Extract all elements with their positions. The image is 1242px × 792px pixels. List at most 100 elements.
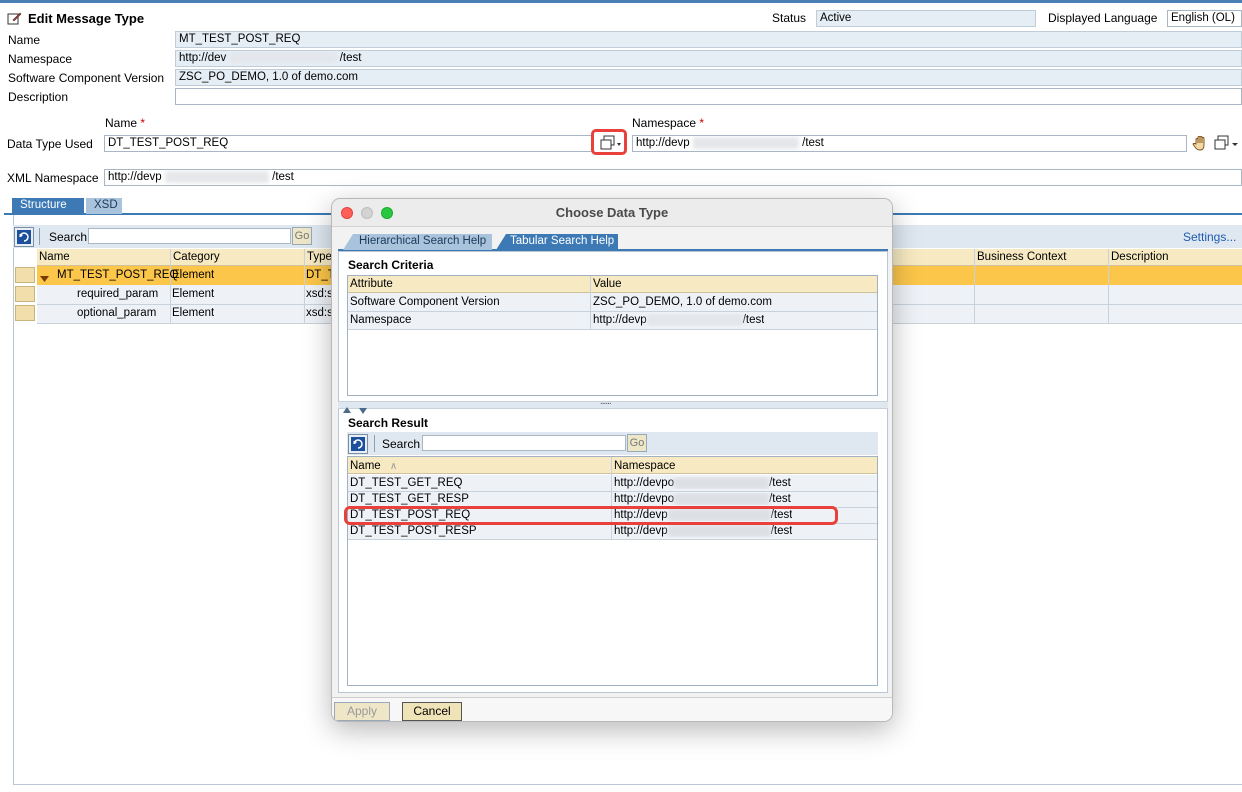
- collapse-down-icon[interactable]: [359, 403, 367, 414]
- language-select[interactable]: English (OL): [1167, 10, 1242, 27]
- criteria-value: ZSC_PO_DEMO, 1.0 of demo.com: [593, 296, 772, 308]
- dt-namespace-prefix: http://devp: [636, 137, 690, 150]
- namespace-prefix: http://dev: [179, 52, 227, 64]
- collapse-up-icon[interactable]: [343, 402, 351, 413]
- language-value: English (OL): [1171, 12, 1235, 24]
- result-ns-suffix: /test: [770, 525, 793, 538]
- dt-used-field[interactable]: DT_TEST_POST_REQ: [104, 135, 592, 152]
- row-category: Element: [172, 307, 215, 319]
- col-divider: [170, 249, 171, 323]
- namespace-field: http://dev /test: [175, 50, 1242, 67]
- required-mark: *: [699, 116, 705, 130]
- result-ns-redacted: [674, 493, 770, 505]
- row-type: xsd:s: [306, 288, 332, 300]
- toolbar-separator: [39, 228, 40, 245]
- criteria-ns-suffix: /test: [742, 314, 765, 327]
- dialog-title: Choose Data Type: [555, 205, 669, 220]
- xml-ns-field[interactable]: http://devp /test: [104, 169, 1242, 186]
- status-label: Status: [772, 11, 807, 25]
- row-category: Element: [172, 269, 215, 281]
- dt-namespace-suffix: /test: [802, 137, 824, 150]
- criteria-col-value: Value: [593, 278, 622, 290]
- result-search-input[interactable]: [422, 435, 626, 451]
- cancel-button[interactable]: Cancel: [402, 702, 462, 721]
- col-header-type[interactable]: Type: [307, 251, 332, 263]
- row-type: DT_T: [306, 269, 332, 281]
- xml-ns-prefix: http://devp: [108, 171, 162, 184]
- tab-tabular-search[interactable]: Tabular Search Help: [496, 234, 619, 250]
- splitter-bar[interactable]: [338, 401, 888, 409]
- result-col-name-text: Name: [350, 460, 381, 472]
- row-name: required_param: [77, 288, 159, 300]
- criteria-col-attribute: Attribute: [350, 278, 393, 290]
- description-field[interactable]: [175, 88, 1242, 105]
- structure-go-button[interactable]: Go: [292, 227, 312, 245]
- dt-name-header: Name *: [105, 116, 145, 130]
- top-border: [0, 0, 1242, 3]
- namespace-redacted: [229, 52, 337, 63]
- row-selector[interactable]: [15, 267, 35, 283]
- sort-ascending-icon[interactable]: ∧: [390, 461, 397, 472]
- result-name: DT_TEST_GET_REQ: [350, 477, 463, 489]
- result-col-name[interactable]: Name ∧: [350, 460, 397, 472]
- row-divider: [348, 539, 877, 540]
- apply-button[interactable]: Apply: [334, 702, 390, 721]
- result-go-button[interactable]: Go: [627, 434, 647, 452]
- tab-hierarchical-search[interactable]: Hierarchical Search Help: [343, 234, 493, 250]
- row-divider: [348, 491, 877, 492]
- required-mark: *: [140, 116, 146, 130]
- criteria-ns-redacted: [646, 314, 743, 326]
- result-search-label: Search: [382, 437, 421, 451]
- choose-data-type-dialog: Choose Data Type Hierarchical Search Hel…: [331, 198, 893, 722]
- col-header-category[interactable]: Category: [173, 251, 220, 263]
- xml-ns-redacted: [164, 171, 269, 183]
- col-header-description[interactable]: Description: [1111, 251, 1169, 263]
- result-namespace: http://devpo/test: [614, 493, 791, 505]
- criteria-attribute: Namespace: [350, 314, 412, 326]
- dt-used-label: Data Type Used: [7, 137, 93, 151]
- row-category: Element: [172, 288, 215, 300]
- row-divider: [348, 311, 877, 312]
- refresh-icon[interactable]: [14, 227, 34, 247]
- col-header-name[interactable]: Name: [39, 251, 70, 263]
- page-title: Edit Message Type: [28, 11, 145, 26]
- row-type: xsd:s: [306, 307, 332, 319]
- refresh-icon[interactable]: [348, 434, 368, 454]
- result-ns-redacted: [667, 525, 771, 537]
- structure-search-label: Search: [49, 230, 88, 244]
- row-name: MT_TEST_POST_REQ: [57, 269, 179, 281]
- col-divider: [611, 457, 612, 539]
- row-selector[interactable]: [15, 286, 35, 302]
- criteria-ns-prefix: http://devp: [593, 314, 647, 327]
- row-selector[interactable]: [15, 305, 35, 321]
- row-name: optional_param: [77, 307, 157, 319]
- criteria-title: Search Criteria: [348, 258, 434, 272]
- name-field: MT_TEST_POST_REQ: [175, 31, 1242, 48]
- structure-search-input[interactable]: [88, 228, 291, 244]
- result-ns-suffix: /test: [769, 477, 791, 490]
- col-divider: [974, 249, 975, 323]
- row-divider: [348, 329, 877, 330]
- value-help-icon[interactable]: [1214, 135, 1240, 151]
- dt-namespace-header-text: Namespace: [632, 116, 697, 130]
- dt-namespace-field[interactable]: http://devp /test: [632, 135, 1187, 152]
- description-label: Description: [8, 90, 69, 104]
- col-header-business-context[interactable]: Business Context: [977, 251, 1067, 263]
- value-help-icon[interactable]: [600, 135, 622, 151]
- result-header: [348, 457, 877, 474]
- settings-link[interactable]: Settings...: [1183, 230, 1236, 244]
- namespace-suffix: /test: [339, 52, 362, 64]
- hand-icon[interactable]: [1192, 135, 1210, 152]
- namespace-label: Namespace: [8, 52, 73, 66]
- splitter-grip[interactable]: ......: [600, 396, 612, 407]
- language-label: Displayed Language: [1048, 11, 1158, 25]
- dt-name-header-text: Name: [105, 116, 138, 130]
- tab-xsd[interactable]: XSD: [86, 198, 122, 214]
- selected-row-highlight: [344, 506, 838, 525]
- swcv-field: ZSC_PO_DEMO, 1.0 of demo.com: [175, 69, 1242, 86]
- expand-arrow-icon[interactable]: [40, 272, 49, 282]
- name-label: Name: [8, 33, 41, 47]
- result-col-namespace[interactable]: Namespace: [614, 460, 675, 472]
- col-divider: [304, 249, 305, 323]
- tab-structure[interactable]: Structure: [12, 198, 84, 214]
